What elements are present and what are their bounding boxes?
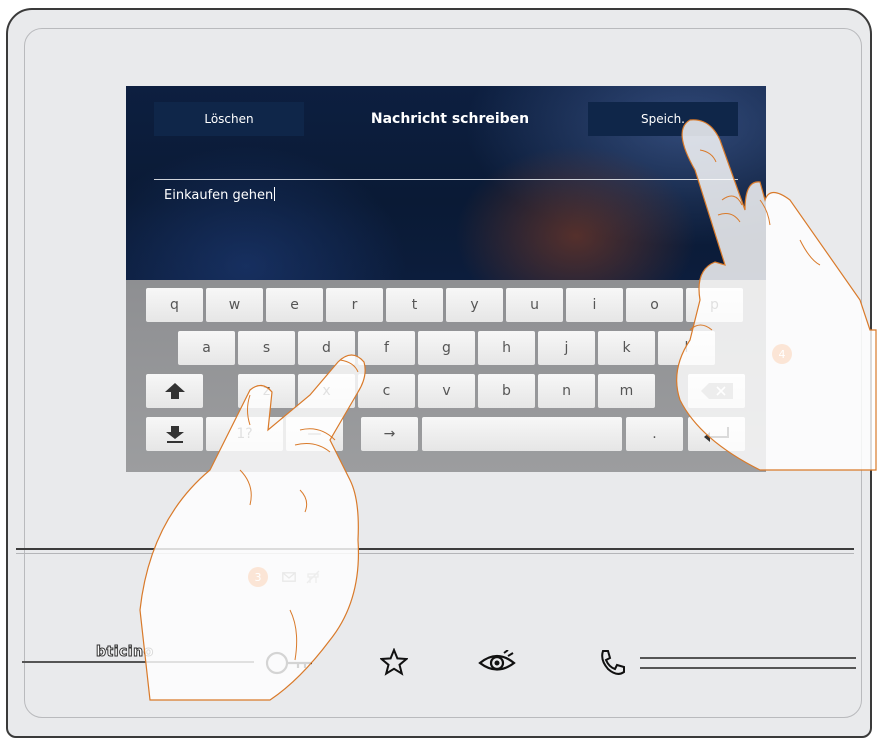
key-h[interactable]: h bbox=[478, 331, 535, 365]
key-k[interactable]: k bbox=[598, 331, 655, 365]
key-a[interactable]: a bbox=[178, 331, 235, 365]
enter-icon bbox=[703, 427, 729, 442]
brand-logo: bticino bbox=[96, 644, 154, 661]
bezel-divider bbox=[16, 548, 854, 550]
key-f[interactable]: f bbox=[358, 331, 415, 365]
key-z[interactable]: z bbox=[238, 374, 295, 408]
key-l[interactable]: l bbox=[658, 331, 715, 365]
message-input[interactable]: Einkaufen gehen bbox=[164, 187, 276, 203]
key-icon[interactable] bbox=[264, 650, 314, 676]
key-y[interactable]: y bbox=[446, 288, 503, 322]
bezel-divider-shadow bbox=[16, 553, 854, 554]
enter-key[interactable] bbox=[688, 417, 745, 451]
key-v[interactable]: v bbox=[418, 374, 475, 408]
key-d[interactable]: d bbox=[298, 331, 355, 365]
key-w[interactable]: w bbox=[206, 288, 263, 322]
key-m[interactable]: m bbox=[598, 374, 655, 408]
touch-screen: Löschen Nachricht schreiben Speich. Eink… bbox=[126, 86, 766, 472]
eye-icon[interactable] bbox=[478, 650, 516, 674]
message-text: Einkaufen gehen bbox=[164, 188, 274, 203]
save-button[interactable]: Speich. bbox=[588, 102, 738, 136]
key-q[interactable]: q bbox=[146, 288, 203, 322]
door-off-icon bbox=[306, 570, 320, 584]
key-t[interactable]: t bbox=[386, 288, 443, 322]
tab-key[interactable]: → bbox=[361, 417, 418, 451]
key-p[interactable]: p bbox=[686, 288, 743, 322]
on-screen-keyboard: q w e r t y u i o p a s d f g h j k l z … bbox=[126, 280, 766, 472]
key-b[interactable]: b bbox=[478, 374, 535, 408]
step-3-callout: 3 bbox=[248, 567, 268, 587]
page-title: Nachricht schreiben bbox=[370, 111, 530, 127]
hide-keyboard-key[interactable] bbox=[146, 417, 203, 451]
envelope-icon bbox=[282, 572, 296, 582]
shift-arrow-icon bbox=[164, 383, 185, 399]
key-u[interactable]: u bbox=[506, 288, 563, 322]
dot-key[interactable]: . bbox=[626, 417, 683, 451]
space-key[interactable] bbox=[422, 417, 622, 451]
key-s[interactable]: s bbox=[238, 331, 295, 365]
key-e[interactable]: e bbox=[266, 288, 323, 322]
phone-icon[interactable] bbox=[597, 648, 627, 678]
download-arrow-icon bbox=[165, 426, 184, 443]
dash-key[interactable]: — bbox=[286, 417, 343, 451]
key-x[interactable]: x bbox=[298, 374, 355, 408]
key-j[interactable]: j bbox=[538, 331, 595, 365]
right-bezel-line-2 bbox=[640, 667, 856, 669]
key-g[interactable]: g bbox=[418, 331, 475, 365]
text-cursor bbox=[274, 187, 276, 201]
delete-button[interactable]: Löschen bbox=[154, 102, 304, 136]
shift-key[interactable] bbox=[146, 374, 203, 408]
key-i[interactable]: i bbox=[566, 288, 623, 322]
message-input-border bbox=[154, 179, 738, 180]
left-bezel-line bbox=[22, 661, 254, 663]
key-c[interactable]: c bbox=[358, 374, 415, 408]
key-n[interactable]: n bbox=[538, 374, 595, 408]
backspace-key[interactable] bbox=[688, 374, 745, 408]
symbols-key[interactable]: 1? bbox=[206, 417, 283, 451]
right-bezel-line-1 bbox=[640, 657, 856, 659]
step-4-callout: 4 bbox=[772, 344, 792, 364]
backspace-icon bbox=[700, 383, 733, 399]
key-r[interactable]: r bbox=[326, 288, 383, 322]
key-o[interactable]: o bbox=[626, 288, 683, 322]
star-icon[interactable] bbox=[380, 648, 408, 676]
